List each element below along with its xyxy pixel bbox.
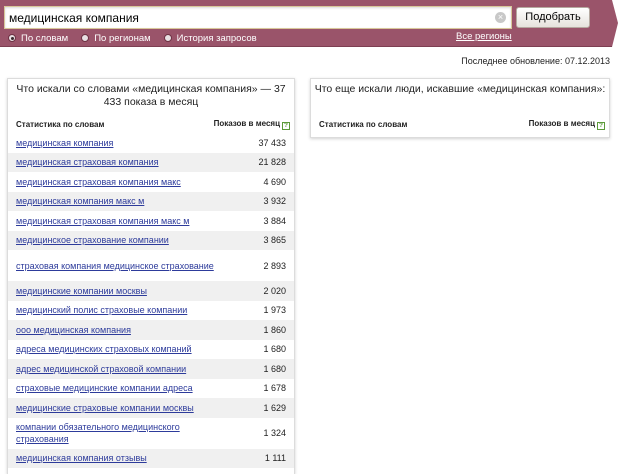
keywords-panel: Что искали со словами «медицинская компа… — [7, 78, 295, 474]
impressions-count: 1 678 — [263, 383, 286, 394]
impressions-count: 1 629 — [263, 402, 286, 413]
keyword-link[interactable]: страховые медицинские компании адреса — [16, 382, 193, 394]
search-field-wrapper[interactable]: × — [4, 6, 512, 29]
keyword-link[interactable]: адреса медицинских страховых компаний — [16, 343, 192, 355]
search-input[interactable] — [9, 9, 479, 27]
mode-label: По регионам — [94, 32, 151, 44]
related-queries-panel: Что еще искали люди, искавшие «медицинск… — [310, 78, 610, 138]
impressions-count: 1 860 — [263, 324, 286, 335]
search-header-bar: × Подобрать По словам По регионам Истори… — [0, 0, 618, 47]
mode-by-regions[interactable]: По регионам — [81, 32, 151, 44]
impressions-count: 3 884 — [263, 215, 286, 226]
impressions-count: 2 020 — [263, 285, 286, 296]
related-panel-title: Что еще искали люди, искавшие «медицинск… — [314, 83, 606, 95]
table-header: Статистика по словам Показов в месяц? — [8, 118, 294, 130]
table-row: медицинское страхование компании 3 865 — [8, 230, 294, 250]
impressions-count: 21 828 — [258, 157, 286, 168]
table-row: медицинская компания 37 433 — [8, 133, 294, 153]
keyword-link[interactable]: медицинская компания отзывы — [16, 452, 147, 464]
keyword-link[interactable]: медицинские компании москвы — [16, 285, 147, 297]
table-row: страховая компания медицинское страхован… — [8, 250, 294, 281]
keyword-link[interactable]: ооо медицинская компания — [16, 324, 131, 336]
table-row: медицинский полис страховые компании 1 97… — [8, 301, 294, 321]
table-row: медицинская страховая компания 21 828 — [8, 152, 294, 172]
column-header-count-label: Показов в месяц — [213, 118, 280, 128]
impressions-count: 4 690 — [263, 176, 286, 187]
table-row: адрес медицинской страховой компании 1 68… — [8, 359, 294, 379]
keyword-link[interactable]: медицинская страховая компания макс — [16, 176, 181, 188]
mode-by-words[interactable]: По словам — [8, 33, 68, 44]
keyword-link[interactable]: компании обязательного медицинского стра… — [16, 421, 216, 445]
keyword-link[interactable]: медицинская компания — [16, 137, 113, 149]
table-row: компании обязательного медицинского стра… — [8, 418, 294, 449]
radio-icon[interactable] — [163, 34, 172, 42]
mode-label: История запросов — [176, 32, 257, 44]
impressions-count: 1 680 — [263, 344, 286, 355]
impressions-count: 2 893 — [263, 260, 286, 271]
table-row: медицинская страховая компания макс м 3 8… — [8, 211, 294, 231]
all-regions-link[interactable]: Все регионы — [456, 31, 512, 42]
radio-icon[interactable] — [81, 34, 90, 42]
impressions-count: 1 324 — [263, 428, 286, 438]
help-icon[interactable]: ? — [597, 121, 605, 130]
keyword-link[interactable]: медицинский полис страховые компании — [16, 304, 187, 316]
table-row: медицинская страховая компания макс 4 690 — [8, 172, 294, 192]
keywords-panel-title: Что искали со словами «медицинская компа… — [16, 83, 286, 108]
impressions-count: 3 865 — [263, 235, 286, 246]
keyword-link[interactable]: медицинская страховая компания макс м — [16, 215, 189, 227]
table-header: Статистика по словам Показов в месяц? — [311, 118, 609, 130]
keyword-link[interactable]: адрес медицинской страховой компании — [16, 363, 186, 375]
keyword-link[interactable]: медицинские страховые компании москвы — [16, 402, 194, 414]
clear-icon[interactable]: × — [495, 12, 506, 23]
help-icon[interactable]: ? — [282, 121, 290, 130]
column-header-keywords: Статистика по словам — [16, 119, 105, 129]
impressions-count: 1 973 — [263, 305, 286, 316]
table-row: медицинские компании москвы 2 020 — [8, 281, 294, 301]
impressions-count: 3 932 — [263, 196, 286, 207]
keywords-table-body: медицинская компания 37 433 медицинская ст… — [8, 133, 294, 468]
keyword-link[interactable]: страховая компания медицинское страхован… — [16, 260, 214, 272]
last-update-text: Последнее обновление: 07.12.2013 — [461, 56, 610, 66]
impressions-count: 1 680 — [263, 363, 286, 374]
impressions-count: 37 433 — [258, 137, 286, 148]
keyword-link[interactable]: медицинская страховая компания — [16, 156, 159, 168]
table-row: страховые медицинские компании адреса 1 6… — [8, 379, 294, 399]
impressions-count: 1 111 — [264, 453, 286, 464]
mode-label: По словам — [21, 32, 69, 44]
keyword-link[interactable]: медицинская компания макс м — [16, 195, 144, 207]
search-button[interactable]: Подобрать — [516, 7, 590, 28]
mode-query-history[interactable]: История запросов — [163, 32, 257, 44]
column-header-count-label: Показов в месяц — [528, 118, 595, 128]
search-mode-radio-group: По словам По регионам История запросов — [8, 31, 270, 45]
table-row: ооо медицинская компания 1 860 — [8, 320, 294, 340]
column-header-count: Показов в месяц? — [529, 119, 605, 130]
table-row: медицинские страховые компании москвы 1 6… — [8, 398, 294, 418]
table-row: адреса медицинских страховых компаний 1 6… — [8, 340, 294, 360]
column-header-count: Показов в месяц? — [214, 119, 290, 130]
column-header-keywords: Статистика по словам — [319, 119, 408, 129]
table-row: медицинская компания отзывы 1 111 — [8, 448, 294, 468]
table-row: медицинская компания макс м 3 932 — [8, 191, 294, 211]
radio-icon[interactable] — [8, 34, 16, 42]
keyword-link[interactable]: медицинское страхование компании — [16, 234, 169, 246]
